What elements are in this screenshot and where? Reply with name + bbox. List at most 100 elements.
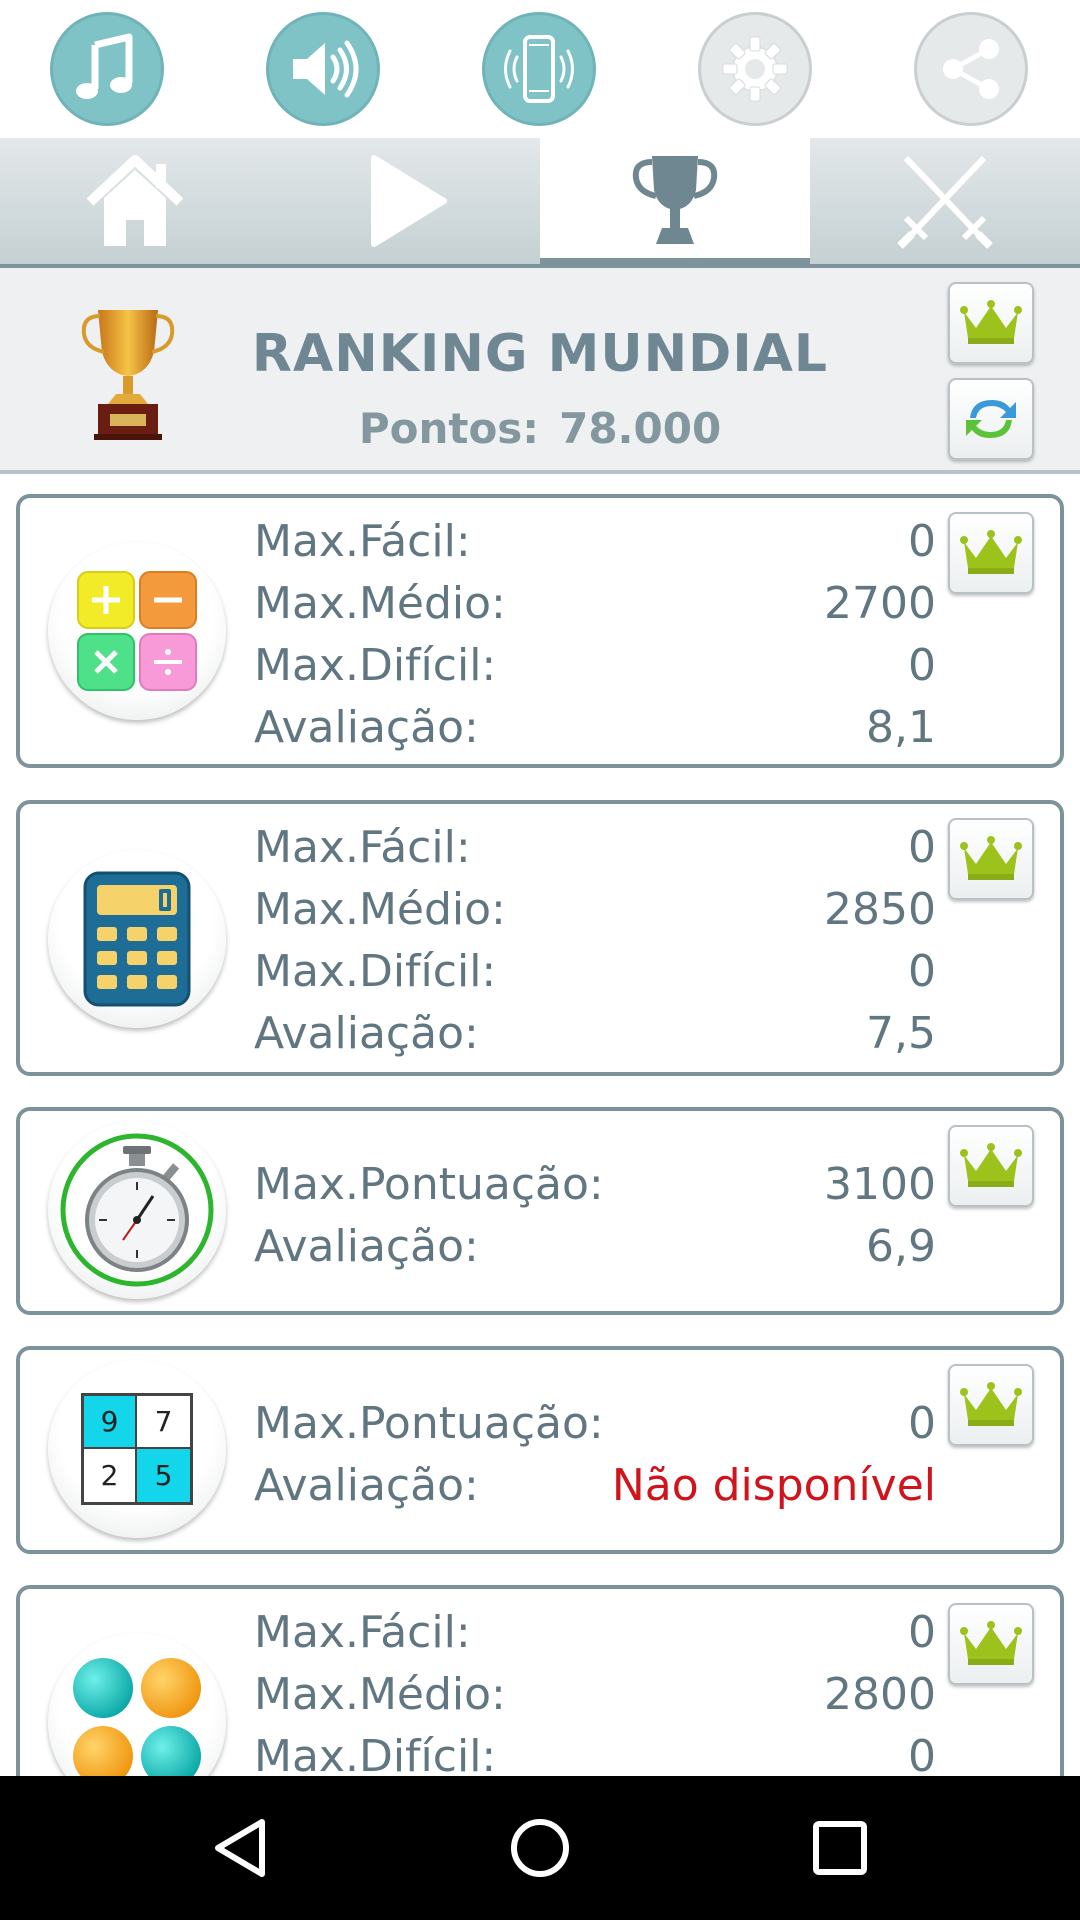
stat-row: Max.Médio: 2800 <box>254 1663 936 1725</box>
stat-label: Max.Difícil: <box>254 639 497 691</box>
points-value: 78.000 <box>559 404 722 453</box>
vibrate-toggle-button[interactable] <box>482 12 596 126</box>
game-card-stopwatch[interactable]: Max.Pontuação: 3100 Avaliação: 6,9 <box>16 1107 1064 1315</box>
card-ranking-button[interactable] <box>948 512 1034 594</box>
stat-row: Max.Médio: 2700 <box>254 572 936 634</box>
grid-cell: 7 <box>137 1396 190 1449</box>
stat-label: Max.Fácil: <box>254 821 471 873</box>
stat-value: 2800 <box>824 1668 936 1720</box>
number-grid-icon: 9 7 2 5 <box>48 1360 226 1538</box>
stat-row: Max.Médio: 2850 <box>254 878 936 940</box>
crown-icon <box>960 1621 1022 1665</box>
settings-icon <box>722 36 788 102</box>
total-points: Pontos: 78.000 <box>200 404 880 453</box>
crown-icon <box>960 1382 1022 1426</box>
back-button[interactable] <box>204 1812 276 1884</box>
sound-icon <box>293 40 359 98</box>
stat-row: Avaliação: 7,5 <box>254 1002 936 1064</box>
stat-row: Max.Fácil: 0 <box>254 1601 936 1663</box>
crown-icon <box>960 300 1022 344</box>
stat-value: 0 <box>908 821 936 873</box>
card-ranking-button[interactable] <box>948 1125 1034 1207</box>
stat-label: Max.Pontuação: <box>254 1158 604 1210</box>
stat-row: Max.Fácil: 0 <box>254 816 936 878</box>
game-card-calculator[interactable]: Max.Fácil: 0 Max.Médio: 2850 Max.Difícil: 0… <box>16 800 1064 1076</box>
tab-battle[interactable] <box>810 138 1080 264</box>
home-circle-icon <box>511 1819 569 1877</box>
crown-icon <box>960 836 1022 880</box>
card-ranking-button[interactable] <box>948 1364 1034 1446</box>
settings-button[interactable] <box>698 12 812 126</box>
tab-ranking[interactable] <box>540 138 810 268</box>
stat-label: Avaliação: <box>254 1007 479 1059</box>
stat-label: Max.Pontuação: <box>254 1397 604 1449</box>
gold-trophy-icon <box>81 310 175 440</box>
stat-value: 3100 <box>824 1158 936 1210</box>
stat-label: Max.Médio: <box>254 1668 506 1720</box>
stat-label: Avaliação: <box>254 1220 479 1272</box>
stat-label: Avaliação: <box>254 1459 479 1511</box>
calculator-icon <box>48 850 226 1028</box>
game-card-number-grid[interactable]: 9 7 2 5 Max.Pontuação: 0 Avaliação: Não di… <box>16 1346 1064 1554</box>
main-tab-bar <box>0 138 1080 268</box>
music-icon <box>76 33 133 99</box>
refresh-icon <box>966 400 1016 438</box>
share-icon <box>943 39 999 99</box>
share-button[interactable] <box>914 12 1028 126</box>
points-label: Pontos: <box>358 404 540 453</box>
page-title: RANKING MUNDIAL <box>251 324 829 384</box>
crown-icon <box>960 1143 1022 1187</box>
ranking-header: RANKING MUNDIAL Pontos: 78.000 <box>0 268 1080 474</box>
trophy-icon <box>632 156 718 244</box>
stat-label: Max.Fácil: <box>254 1606 471 1658</box>
stat-row: Avaliação: 8,1 <box>254 696 936 758</box>
crown-icon <box>960 530 1022 574</box>
stat-row: Avaliação: Não disponível <box>254 1454 936 1516</box>
system-nav-bar <box>0 1776 1080 1920</box>
back-icon <box>215 1819 265 1877</box>
stat-label: Max.Difícil: <box>254 945 497 997</box>
card-ranking-button[interactable] <box>948 818 1034 900</box>
recents-icon <box>813 1821 867 1875</box>
vibrate-icon <box>504 35 574 103</box>
world-ranking-button[interactable] <box>948 282 1034 364</box>
stat-label: Avaliação: <box>254 701 479 753</box>
stat-value: 6,9 <box>866 1220 936 1272</box>
stat-value: 2850 <box>824 883 936 935</box>
recents-button[interactable] <box>804 1812 876 1884</box>
stat-value: 7,5 <box>866 1007 936 1059</box>
stat-label: Max.Fácil: <box>254 515 471 567</box>
settings-row <box>0 0 1080 138</box>
tab-play[interactable] <box>270 138 540 264</box>
stat-value: 0 <box>908 639 936 691</box>
game-card-math[interactable]: Max.Fácil: 0 Max.Médio: 2700 Max.Difícil: 0… <box>16 494 1064 768</box>
stat-row: Max.Fácil: 0 <box>254 510 936 572</box>
refresh-button[interactable] <box>948 378 1034 460</box>
stat-row: Max.Pontuação: 0 <box>254 1392 936 1454</box>
sound-toggle-button[interactable] <box>266 12 380 126</box>
stat-row: Max.Difícil: 0 <box>254 940 936 1002</box>
stat-value: 0 <box>908 1606 936 1658</box>
stat-row: Avaliação: 6,9 <box>254 1215 936 1277</box>
stat-label: Max.Médio: <box>254 883 506 935</box>
home-icon <box>86 155 184 246</box>
card-ranking-button[interactable] <box>948 1603 1034 1685</box>
math-operations-icon <box>48 542 226 720</box>
play-icon <box>371 155 447 247</box>
home-nav-button[interactable] <box>504 1812 576 1884</box>
stat-label: Max.Difícil: <box>254 1730 497 1782</box>
grid-cell: 5 <box>137 1449 190 1502</box>
stopwatch-icon <box>48 1121 226 1299</box>
music-toggle-button[interactable] <box>50 12 164 126</box>
tab-home[interactable] <box>0 138 270 264</box>
stat-value: 0 <box>908 1730 936 1782</box>
stat-label: Max.Médio: <box>254 577 506 629</box>
stat-row: Max.Difícil: 0 <box>254 634 936 696</box>
grid-cell: 2 <box>84 1449 137 1502</box>
stat-value: 2700 <box>824 577 936 629</box>
grid-cell: 9 <box>84 1396 137 1449</box>
stat-value: 0 <box>908 1397 936 1449</box>
stat-value: 8,1 <box>866 701 936 753</box>
rating-unavailable-value: Não disponível <box>611 1459 936 1511</box>
stat-row: Max.Pontuação: 3100 <box>254 1153 936 1215</box>
